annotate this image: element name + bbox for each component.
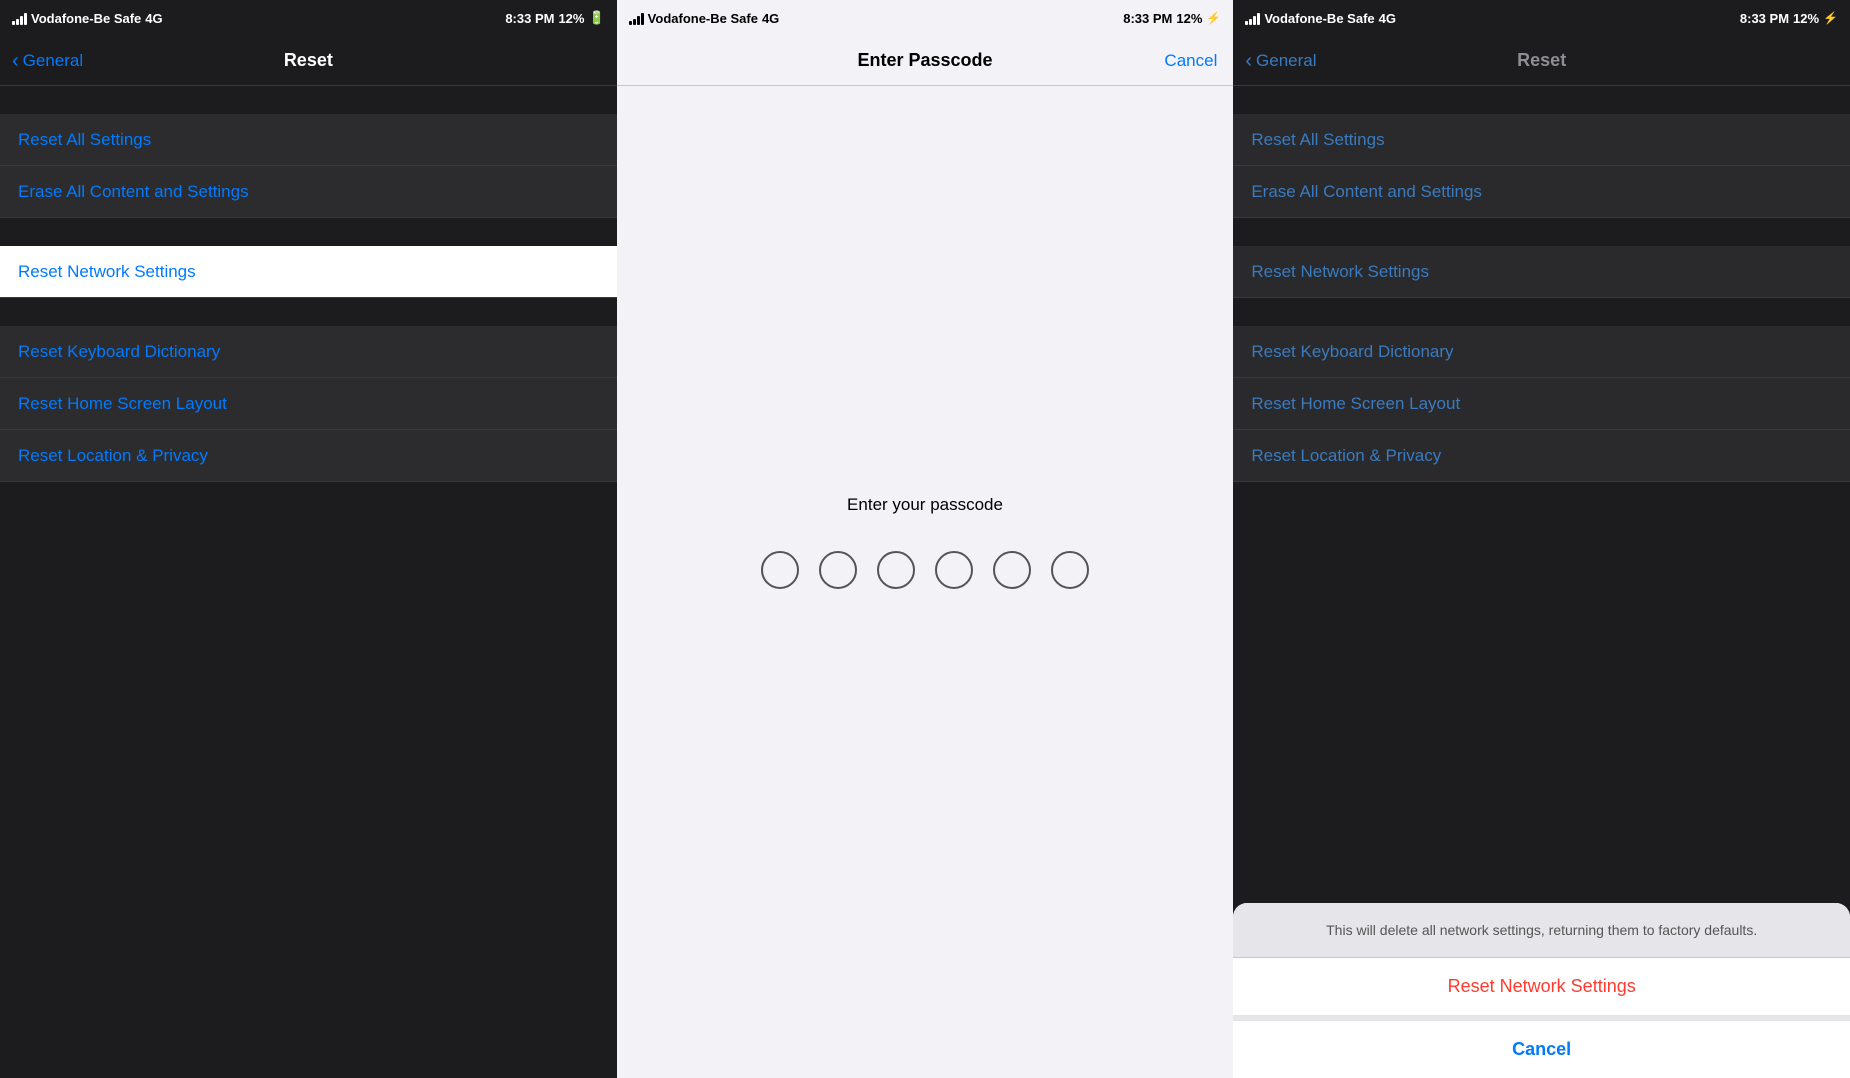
item-right-reset-location[interactable]: Reset Location & Privacy [1233, 430, 1850, 482]
item-right-reset-all[interactable]: Reset All Settings [1233, 114, 1850, 166]
back-label-left: General [23, 51, 83, 71]
alert-cancel-button[interactable]: Cancel [1233, 1015, 1850, 1078]
settings-list-left: Reset All Settings Erase All Content and… [0, 86, 617, 1078]
carrier-right: Vodafone-Be Safe [1264, 11, 1374, 26]
nav-bar-right: ‹ General Reset [1233, 36, 1850, 86]
passcode-dot-4 [935, 551, 973, 589]
item-reset-keyboard[interactable]: Reset Keyboard Dictionary [0, 326, 617, 378]
status-right: 8:33 PM 12% 🔋 [505, 10, 604, 26]
status-left: Vodafone-Be Safe 4G [12, 11, 163, 26]
battery-right: 12% [1793, 11, 1819, 26]
passcode-dot-6 [1051, 551, 1089, 589]
passcode-body: Enter your passcode [617, 86, 1234, 1078]
panel-middle: Vodafone-Be Safe 4G 8:33 PM 12% ⚡ Enter … [617, 0, 1234, 1078]
passcode-dot-5 [993, 551, 1031, 589]
section-gap-r2 [1233, 218, 1850, 246]
status-bar-left: Vodafone-Be Safe 4G 8:33 PM 12% 🔋 [0, 0, 617, 36]
alert-overlay: This will delete all network settings, r… [1233, 903, 1850, 1078]
passcode-dot-3 [877, 551, 915, 589]
item-reset-location[interactable]: Reset Location & Privacy [0, 430, 617, 482]
status-right-right: 8:33 PM 12% ⚡ [1740, 11, 1838, 26]
item-right-reset-network[interactable]: Reset Network Settings [1233, 246, 1850, 298]
network-label: 4G [145, 11, 162, 26]
section-gap-2 [0, 218, 617, 246]
status-bar-middle: Vodafone-Be Safe 4G 8:33 PM 12% ⚡ [617, 0, 1234, 36]
battery-icon-right: ⚡ [1823, 11, 1838, 25]
chevron-left-icon: ‹ [12, 51, 19, 71]
chevron-left-icon-right: ‹ [1245, 51, 1252, 71]
passcode-prompt: Enter your passcode [847, 495, 1003, 515]
item-right-reset-home[interactable]: Reset Home Screen Layout [1233, 378, 1850, 430]
battery-icon-middle: ⚡ [1206, 11, 1221, 25]
time-middle: 8:33 PM [1123, 11, 1172, 26]
section-gap-3 [0, 298, 617, 326]
nav-bar-middle: Enter Passcode Cancel [617, 36, 1234, 86]
network-right: 4G [1379, 11, 1396, 26]
time-label: 8:33 PM [505, 11, 554, 26]
item-reset-all-settings[interactable]: Reset All Settings [0, 114, 617, 166]
alert-box: This will delete all network settings, r… [1233, 903, 1850, 1078]
item-erase-all[interactable]: Erase All Content and Settings [0, 166, 617, 218]
signal-icon [12, 11, 27, 25]
cancel-button[interactable]: Cancel [1164, 51, 1217, 71]
status-left-right: Vodafone-Be Safe 4G [1245, 11, 1396, 26]
nav-title-left: Reset [284, 50, 333, 71]
nav-bar-left: ‹ General Reset [0, 36, 617, 86]
item-right-reset-keyboard[interactable]: Reset Keyboard Dictionary [1233, 326, 1850, 378]
passcode-dots [761, 551, 1089, 589]
passcode-dot-2 [819, 551, 857, 589]
item-reset-home[interactable]: Reset Home Screen Layout [0, 378, 617, 430]
back-label-right: General [1256, 51, 1316, 71]
alert-message: This will delete all network settings, r… [1233, 903, 1850, 957]
item-reset-network[interactable]: Reset Network Settings [0, 246, 617, 298]
status-right-middle: 8:33 PM 12% ⚡ [1123, 11, 1221, 26]
status-left-middle: Vodafone-Be Safe 4G [629, 11, 780, 26]
network-middle: 4G [762, 11, 779, 26]
section-gap-r3 [1233, 298, 1850, 326]
panel-left: Vodafone-Be Safe 4G 8:33 PM 12% 🔋 ‹ Gene… [0, 0, 617, 1078]
battery-label: 12% [558, 11, 584, 26]
battery-icon: 🔋 [588, 10, 604, 26]
item-right-erase-all[interactable]: Erase All Content and Settings [1233, 166, 1850, 218]
battery-middle: 12% [1176, 11, 1202, 26]
section-gap-1 [0, 86, 617, 114]
signal-icon-middle [629, 11, 644, 25]
passcode-dot-1 [761, 551, 799, 589]
nav-title-middle: Enter Passcode [857, 50, 992, 71]
carrier-middle: Vodafone-Be Safe [648, 11, 758, 26]
signal-icon-right [1245, 11, 1260, 25]
back-button-left[interactable]: ‹ General [12, 51, 83, 71]
status-bar-right: Vodafone-Be Safe 4G 8:33 PM 12% ⚡ [1233, 0, 1850, 36]
section-gap-r1 [1233, 86, 1850, 114]
back-button-right[interactable]: ‹ General [1245, 51, 1316, 71]
carrier-label: Vodafone-Be Safe [31, 11, 141, 26]
panel-right: Vodafone-Be Safe 4G 8:33 PM 12% ⚡ ‹ Gene… [1233, 0, 1850, 1078]
alert-action-button[interactable]: Reset Network Settings [1233, 957, 1850, 1015]
time-right: 8:33 PM [1740, 11, 1789, 26]
nav-title-right: Reset [1517, 50, 1566, 71]
